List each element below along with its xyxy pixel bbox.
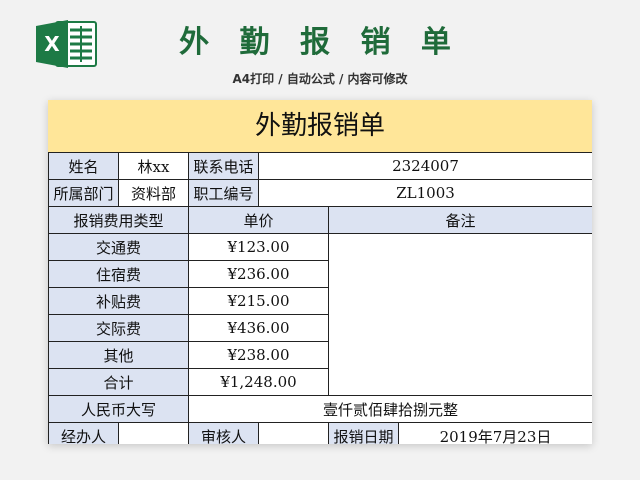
expense-price-cell[interactable]: ¥215.00 — [188, 287, 329, 315]
table-row: 人民币大写 壹仟贰佰肆拾捌元整 — [48, 395, 592, 423]
table-row: 经办人 审核人 报销日期 2019年7月23日 — [48, 422, 592, 444]
column-header-note: 备注 — [328, 206, 592, 234]
dept-label: 所属部门 — [48, 179, 119, 207]
phone-label: 联系电话 — [188, 152, 259, 180]
expense-type-cell: 交际费 — [48, 314, 189, 342]
column-header-price: 单价 — [188, 206, 329, 234]
expense-type-cell: 住宿费 — [48, 260, 189, 288]
dept-value-cell[interactable]: 资料部 — [118, 179, 189, 207]
total-label: 合计 — [48, 368, 189, 396]
expense-type-cell: 补贴费 — [48, 287, 189, 315]
expense-table: 姓名 林xx 联系电话 2324007 所属部门 资料部 职工编号 ZL1003… — [48, 152, 592, 444]
reviewer-value-cell[interactable] — [258, 422, 329, 444]
name-value-cell[interactable]: 林xx — [118, 152, 189, 180]
rmb-label: 人民币大写 — [48, 395, 189, 423]
column-header-type: 报销费用类型 — [48, 206, 189, 234]
table-row: 所属部门 资料部 职工编号 ZL1003 — [48, 179, 592, 207]
expense-price-cell[interactable]: ¥236.00 — [188, 260, 329, 288]
expense-form-sheet: 外勤报销单 姓名 林xx 联系电话 2324007 所属部门 资料部 职工编号 … — [48, 100, 592, 444]
page-subtitle: A4打印 / 自动公式 / 内容可修改 — [232, 72, 408, 86]
page-title: 外 勤 报 销 单 — [179, 25, 461, 60]
expense-price-cell[interactable]: ¥436.00 — [188, 314, 329, 342]
table-row: 交通费 ¥123.00 — [48, 233, 592, 396]
note-cell[interactable] — [328, 233, 592, 396]
staff-id-label: 职工编号 — [188, 179, 259, 207]
rmb-value-cell[interactable]: 壹仟贰佰肆拾捌元整 — [188, 395, 592, 423]
staff-id-value-cell[interactable]: ZL1003 — [258, 179, 592, 207]
expense-price-cell[interactable]: ¥123.00 — [188, 233, 329, 261]
reviewer-label: 审核人 — [188, 422, 259, 444]
form-title: 外勤报销单 — [48, 100, 592, 153]
expense-price-cell[interactable]: ¥238.00 — [188, 341, 329, 369]
date-label: 报销日期 — [328, 422, 399, 444]
expense-type-cell: 交通费 — [48, 233, 189, 261]
table-row: 姓名 林xx 联系电话 2324007 — [48, 152, 592, 180]
phone-value-cell[interactable]: 2324007 — [258, 152, 592, 180]
excel-logo-icon: X — [34, 18, 100, 70]
logo-letter: X — [44, 32, 60, 56]
expense-type-cell: 其他 — [48, 341, 189, 369]
handler-value-cell[interactable] — [118, 422, 189, 444]
date-value-cell[interactable]: 2019年7月23日 — [398, 422, 592, 444]
total-value-cell[interactable]: ¥1,248.00 — [188, 368, 329, 396]
table-row: 报销费用类型 单价 备注 — [48, 206, 592, 234]
handler-label: 经办人 — [48, 422, 119, 444]
name-label: 姓名 — [48, 152, 119, 180]
